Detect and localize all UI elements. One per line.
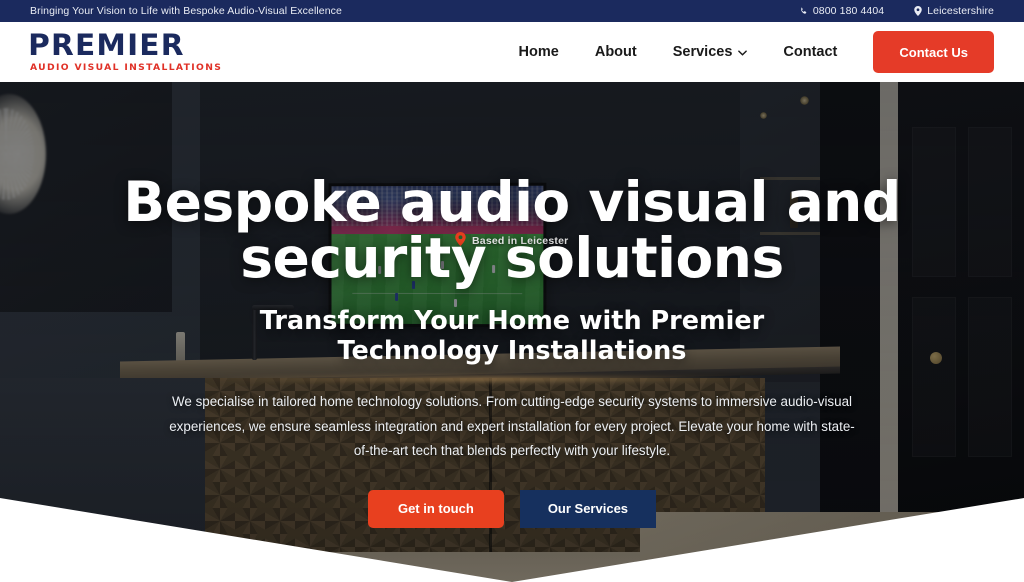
nav-label-services: Services xyxy=(672,44,733,60)
topbar-location: Leicestershire xyxy=(914,5,994,17)
site-header: PREMIER AUDIO VISUAL INSTALLATIONS Home … xyxy=(0,22,1024,82)
map-pin-icon xyxy=(914,6,922,16)
logo[interactable]: PREMIER AUDIO VISUAL INSTALLATIONS xyxy=(28,28,223,74)
logo-main-text: PREMIER xyxy=(28,28,185,63)
topbar-tagline: Bringing Your Vision to Life with Bespok… xyxy=(30,5,342,17)
chevron-down-icon xyxy=(738,44,748,60)
nav-item-about[interactable]: About xyxy=(595,44,637,60)
topbar-phone-label: 0800 180 4404 xyxy=(812,5,885,17)
hero-section: Based in Leicester Bespoke audio visual … xyxy=(0,82,1024,582)
main-navigation: Home About Services Contact xyxy=(519,44,838,60)
contact-us-button[interactable]: Contact Us xyxy=(873,31,994,73)
nav-item-services[interactable]: Services xyxy=(673,44,748,60)
topbar-location-label: Leicestershire xyxy=(927,5,994,17)
topbar-contact-group: 0800 180 4404 Leicestershire xyxy=(799,5,994,17)
hero-paragraph: We specialise in tailored home technolog… xyxy=(169,394,855,459)
hero-subtitle: Transform Your Home with Premier Technol… xyxy=(259,306,765,367)
hero-title: Bespoke audio visual and security soluti… xyxy=(123,170,901,291)
nav-label-contact: Contact xyxy=(783,44,838,60)
our-services-button[interactable]: Our Services xyxy=(519,489,657,528)
topbar-phone[interactable]: 0800 180 4404 xyxy=(799,5,884,17)
nav-item-contact[interactable]: Contact xyxy=(783,44,837,60)
get-in-touch-button[interactable]: Get in touch xyxy=(367,489,504,528)
logo-sub-text: AUDIO VISUAL INSTALLATIONS xyxy=(30,62,223,74)
nav-item-home[interactable]: Home xyxy=(519,44,559,60)
nav-label-home: Home xyxy=(518,44,559,60)
phone-icon xyxy=(799,7,808,16)
announcement-bar: Bringing Your Vision to Life with Bespok… xyxy=(0,0,1024,22)
hero-content: Bespoke audio visual and security soluti… xyxy=(0,82,1024,582)
nav-label-about: About xyxy=(594,44,637,60)
hero-button-group: Get in touch Our Services xyxy=(367,489,657,528)
